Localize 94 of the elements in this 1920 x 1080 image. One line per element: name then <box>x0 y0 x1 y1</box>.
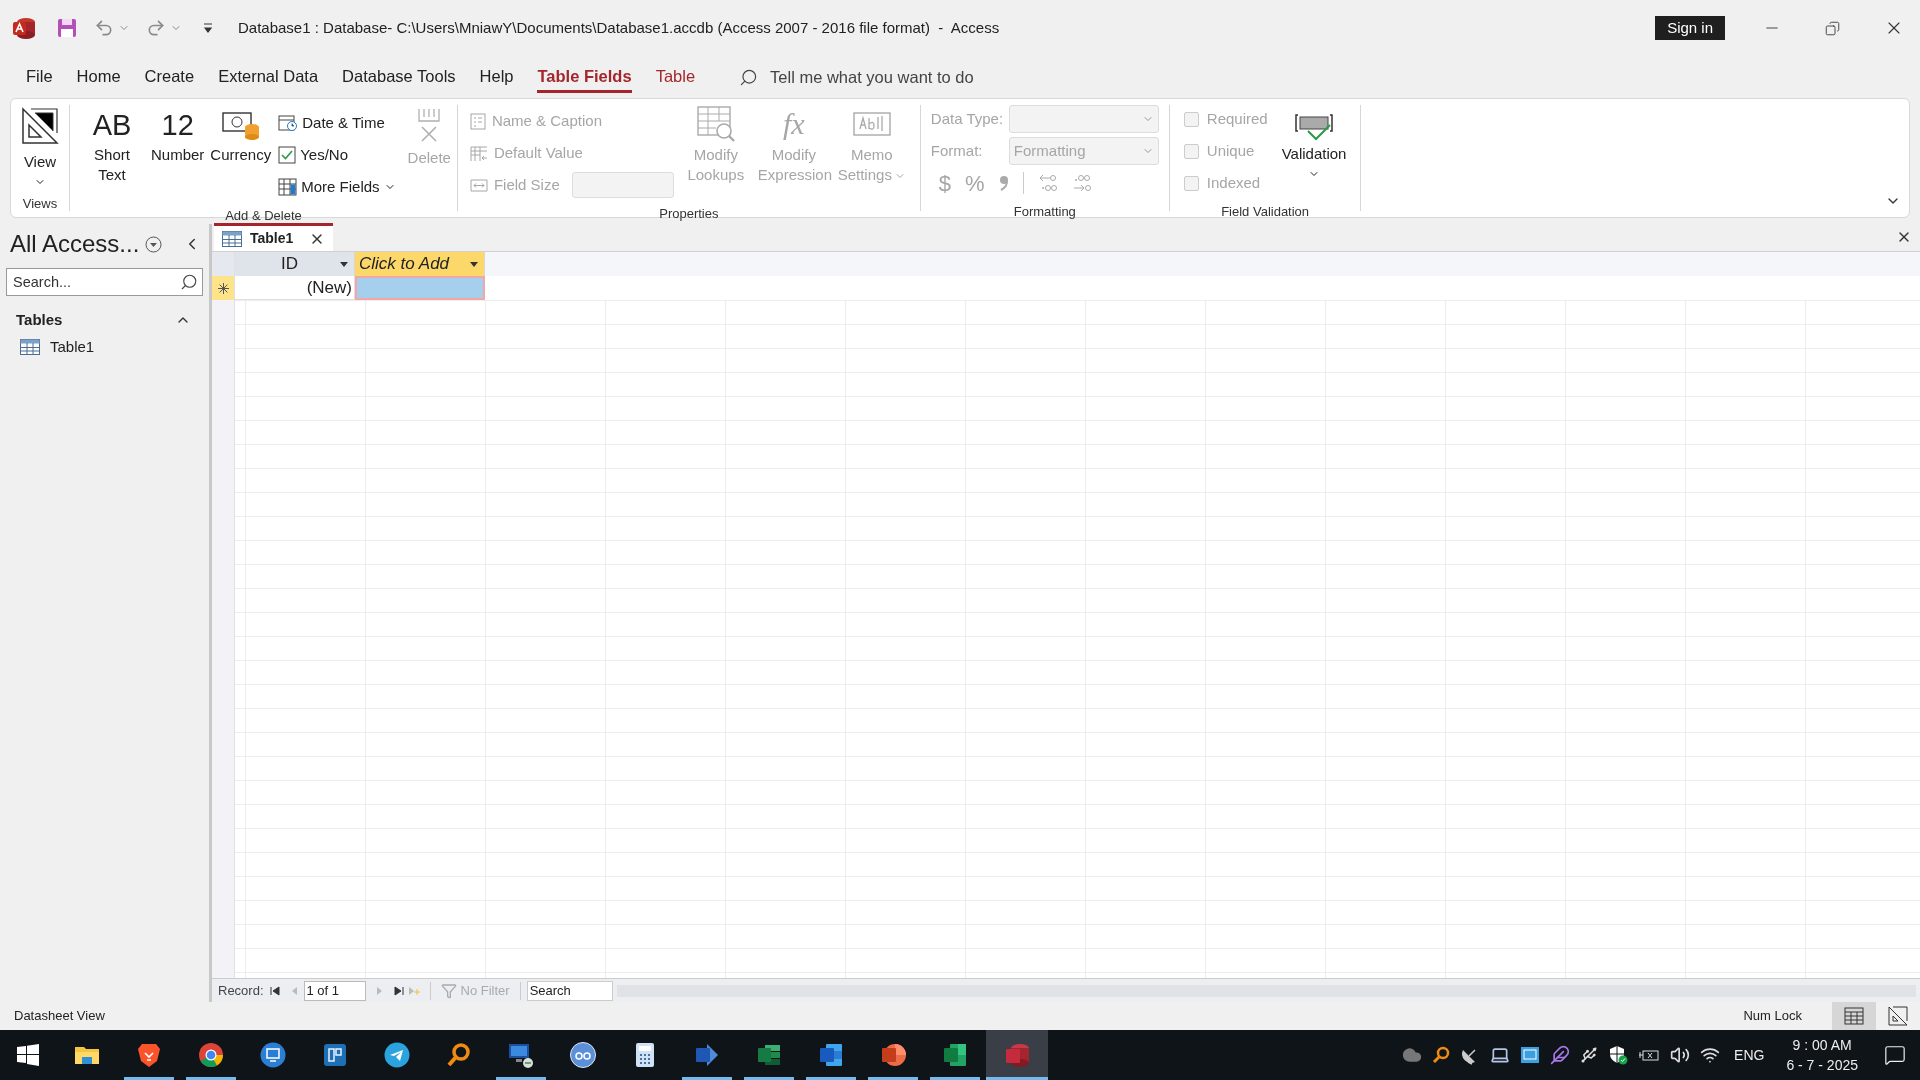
group-label: Add & Delete <box>225 208 302 223</box>
field-type-button[interactable]: 12 Number <box>148 107 208 165</box>
table-columns-icon <box>278 178 298 196</box>
nav-search-field[interactable]: Search... <box>6 268 203 296</box>
grid-icon <box>469 144 488 162</box>
field-type-button[interactable]: Currency <box>207 107 275 165</box>
triangle-ruler-icon <box>1888 1006 1908 1026</box>
add-field-button[interactable]: More Fields <box>278 171 396 203</box>
network-window-icon[interactable] <box>1520 1045 1541 1065</box>
validation-button[interactable]: Validation <box>1281 111 1347 180</box>
record-position-field[interactable]: 1 of 1 <box>303 980 366 1001</box>
redo-icon[interactable] <box>146 18 166 38</box>
click-to-add-header[interactable]: Click to Add <box>355 252 485 276</box>
data-type-label: Data Type: <box>930 108 1005 129</box>
search-icon <box>739 67 759 87</box>
access-logo-icon <box>12 16 36 40</box>
column-header[interactable]: ID <box>235 252 355 276</box>
ribbon-tab[interactable]: Table Fields <box>537 61 632 93</box>
ribbon-tab[interactable]: Database Tools <box>342 61 456 93</box>
last-record-icon[interactable] <box>393 985 404 996</box>
spreadsheet-icon[interactable] <box>941 1041 969 1069</box>
record-search-field[interactable]: Search <box>526 980 613 1001</box>
ribbon-tab[interactable]: External Data <box>218 61 319 93</box>
checkbox-icon <box>278 146 297 164</box>
clock[interactable]: 9 : 00 AM 6 - 7 - 2025 <box>1786 1035 1858 1075</box>
first-record-icon[interactable] <box>269 985 280 996</box>
add-field-button[interactable]: Date & Time <box>278 107 396 139</box>
resize-icon <box>469 176 488 194</box>
feather-icon[interactable] <box>1550 1045 1571 1065</box>
round-browser-icon[interactable] <box>197 1041 225 1069</box>
calendar-icon <box>278 114 299 132</box>
new-record-selector[interactable] <box>212 276 234 300</box>
dropdown-arrow-icon <box>470 261 478 267</box>
volume-icon[interactable] <box>1670 1045 1691 1065</box>
pie-slide-icon[interactable] <box>879 1041 907 1069</box>
sign-in-button[interactable]: Sign in <box>1655 16 1725 40</box>
wifi-icon[interactable] <box>1700 1045 1721 1065</box>
notifications-icon[interactable] <box>1884 1044 1906 1066</box>
save-icon[interactable] <box>56 17 78 39</box>
ribbon-tab[interactable]: File <box>26 61 53 93</box>
nav-group-header[interactable]: Tables <box>0 306 209 334</box>
computer-icon[interactable] <box>507 1041 535 1069</box>
customize-toolbar-icon[interactable] <box>202 22 214 34</box>
add-field-button[interactable]: Yes/No <box>278 139 396 171</box>
dropdown-circle-icon[interactable] <box>145 235 163 253</box>
magnifier-icon[interactable] <box>1432 1046 1451 1064</box>
shield-check-icon[interactable] <box>1608 1045 1629 1065</box>
usb-drive-icon[interactable] <box>1580 1046 1599 1064</box>
lion-head-icon[interactable] <box>135 1041 163 1069</box>
document-icon[interactable] <box>817 1041 845 1069</box>
status-text: Datasheet View <box>14 1007 105 1026</box>
document-tab[interactable]: Table1 <box>214 223 334 251</box>
triangle-ruler-icon <box>21 107 59 145</box>
ribbon-tab[interactable]: Help <box>479 61 514 93</box>
group-label: Field Validation <box>1221 204 1310 219</box>
monitor-circle-icon[interactable] <box>259 1041 287 1069</box>
circle-logo-icon[interactable] <box>569 1041 597 1069</box>
status-indicator: Num Lock <box>1743 1007 1802 1026</box>
field-size-label: Field Size <box>493 174 560 195</box>
window-title: Database1 : Database- C:\Users\MniawY\Documents\Database1.accdb (Access 2007 - 2016 file format) - Access <box>238 17 1000 38</box>
format-label: Format: <box>930 140 984 161</box>
search-icon[interactable] <box>180 273 198 291</box>
language-indicator[interactable]: ENG <box>1734 1044 1765 1066</box>
ribbon-tab[interactable]: Table <box>655 61 696 93</box>
validation-icon <box>1294 111 1335 141</box>
undo-icon[interactable] <box>94 18 114 38</box>
view-button[interactable]: View <box>21 107 59 188</box>
restore-icon[interactable] <box>1825 20 1840 36</box>
list-icon <box>469 112 486 130</box>
table-icon <box>1844 1007 1864 1025</box>
field-type-button[interactable]: AB Short Text <box>76 107 148 185</box>
tell-me-field[interactable]: Tell me what you want to do <box>770 64 1091 90</box>
asterisk-icon <box>217 282 229 294</box>
nav-item[interactable]: Table1 <box>0 334 209 360</box>
window-app-icon[interactable] <box>321 1041 349 1069</box>
table-magnifier-icon <box>695 105 736 143</box>
magnifier-icon[interactable] <box>445 1041 473 1069</box>
windows-start-icon[interactable] <box>17 1044 39 1066</box>
table-icon <box>20 339 40 355</box>
cloud-icon[interactable] <box>1402 1045 1423 1065</box>
group-label: Views <box>22 196 58 211</box>
nav-pane-title: All Access... <box>10 229 140 259</box>
record-label: Record: <box>218 981 264 1000</box>
ribbon-tab[interactable]: Create <box>144 61 195 93</box>
ribbon-tab[interactable]: Home <box>76 61 121 93</box>
paper-plane-icon[interactable] <box>383 1041 411 1069</box>
datasheet-view-button[interactable] <box>1832 1002 1876 1030</box>
filter-icon <box>440 982 457 999</box>
table-icon <box>222 230 242 247</box>
group-label: Formatting <box>1013 204 1076 219</box>
table-cell[interactable] <box>355 276 485 300</box>
dropdown-arrow-icon <box>340 261 348 267</box>
group-label: Properties <box>659 206 719 221</box>
laptop-icon[interactable] <box>1490 1045 1511 1065</box>
